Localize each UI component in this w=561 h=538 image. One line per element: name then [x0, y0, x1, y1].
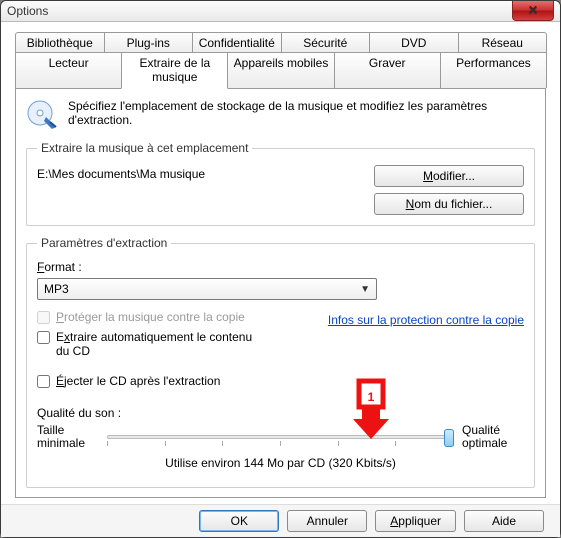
protect-label: Protéger la musique contre la copie — [56, 310, 245, 324]
rip-cd-icon — [26, 99, 58, 131]
annotation-label: 1 — [368, 390, 375, 404]
tab-reseau[interactable]: Réseau — [458, 32, 548, 53]
quality-section: Qualité du son : Taille minimale Qualité… — [37, 406, 524, 470]
slider-thumb[interactable] — [444, 429, 454, 447]
options-dialog: Options ✕ Bibliothèque Plug-ins Confiden… — [0, 0, 561, 538]
tab-plugins[interactable]: Plug-ins — [104, 32, 194, 53]
tab-securite[interactable]: Sécurité — [281, 32, 371, 53]
cancel-button[interactable]: Annuler — [287, 510, 367, 532]
dialog-footer: OK Annuler Appliquer Aide — [1, 504, 560, 537]
tab-appareils[interactable]: Appareils mobiles — [227, 52, 334, 88]
autorip-label: Extraire automatiquement le contenu du C… — [56, 330, 267, 358]
close-button[interactable]: ✕ — [512, 1, 554, 21]
protect-checkbox-row: Protéger la musique contre la copie — [37, 310, 245, 324]
format-label: Format : — [37, 260, 524, 274]
ok-button[interactable]: OK — [199, 510, 279, 532]
slider-info: Utilise environ 144 Mo par CD (320 Kbits… — [37, 456, 524, 470]
slider-ticks — [107, 441, 454, 447]
slider-track — [107, 435, 454, 439]
autorip-checkbox[interactable] — [37, 331, 50, 344]
close-icon: ✕ — [528, 4, 538, 18]
chevron-down-icon: ▼ — [360, 284, 370, 295]
location-legend: Extraire la musique à cet emplacement — [37, 141, 252, 155]
tab-confidentialite[interactable]: Confidentialité — [192, 32, 282, 53]
filename-button[interactable]: Nom du fichier... — [374, 193, 524, 215]
modify-button[interactable]: Modifier... — [374, 165, 524, 187]
autorip-checkbox-row[interactable]: Extraire automatiquement le contenu du C… — [37, 330, 267, 358]
dialog-body: Bibliothèque Plug-ins Confidentialité Sé… — [1, 22, 560, 504]
quality-slider[interactable] — [107, 424, 454, 450]
eject-checkbox[interactable] — [37, 375, 50, 388]
tab-extraire[interactable]: Extraire de la musique — [121, 52, 228, 89]
tabs-row-1: Bibliothèque Plug-ins Confidentialité Sé… — [15, 32, 546, 53]
slider-caption-left: Taille minimale — [37, 424, 99, 450]
format-select[interactable]: MP3 ▼ — [37, 278, 377, 300]
settings-group: Paramètres d'extraction Format : MP3 ▼ P… — [26, 236, 535, 488]
tab-bibliotheque[interactable]: Bibliothèque — [15, 32, 105, 53]
copy-protection-link[interactable]: Infos sur la protection contre la copie — [328, 313, 524, 327]
window-title: Options — [7, 4, 48, 18]
titlebar[interactable]: Options ✕ — [1, 1, 560, 22]
format-value: MP3 — [44, 282, 69, 296]
tabs-row-2: Lecteur Extraire de la musique Appareils… — [15, 52, 546, 88]
settings-legend: Paramètres d'extraction — [37, 236, 171, 250]
quality-label: Qualité du son : — [37, 406, 524, 420]
location-path: E:\Mes documents\Ma musique — [37, 165, 205, 181]
intro-text: Spécifiez l'emplacement de stockage de l… — [68, 99, 535, 127]
slider-caption-right: Qualité optimale — [462, 424, 524, 450]
tab-performances[interactable]: Performances — [440, 52, 547, 88]
protect-checkbox — [37, 311, 50, 324]
tab-graver[interactable]: Graver — [334, 52, 441, 88]
intro-row: Spécifiez l'emplacement de stockage de l… — [26, 99, 535, 131]
eject-checkbox-row[interactable]: Éjecter le CD après l'extraction — [37, 374, 524, 388]
help-button[interactable]: Aide — [464, 510, 544, 532]
tab-lecteur[interactable]: Lecteur — [15, 52, 122, 88]
eject-label: Éjecter le CD après l'extraction — [56, 374, 220, 388]
tab-dvd[interactable]: DVD — [369, 32, 459, 53]
location-group: Extraire la musique à cet emplacement E:… — [26, 141, 535, 226]
tab-panel: Spécifiez l'emplacement de stockage de l… — [15, 88, 546, 498]
apply-button[interactable]: Appliquer — [375, 510, 456, 532]
